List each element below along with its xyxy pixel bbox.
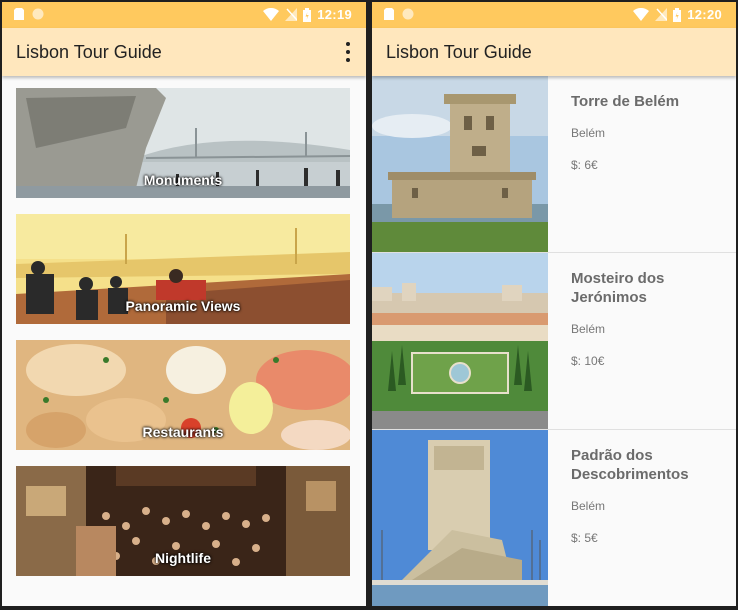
overflow-menu-icon[interactable] <box>342 42 354 62</box>
place-name: Torre de Belém <box>571 93 680 110</box>
status-bar: 12:20 <box>372 2 736 28</box>
battery-icon <box>673 7 682 22</box>
no-signal-icon <box>285 8 298 21</box>
wifi-icon <box>263 8 280 21</box>
category-card-restaurants[interactable]: Restaurants <box>16 340 350 450</box>
app-title: Lisbon Tour Guide <box>386 42 532 62</box>
right-screen: 12:20 Lisbon Tour Guide Torre de Belém B… <box>372 2 736 606</box>
category-label: Nightlife <box>155 550 211 566</box>
left-screen: 12:19 Lisbon Tour Guide Monuments Panora… <box>2 2 366 606</box>
place-row-padrao-dos-descobrimentos[interactable]: Padrão dos Descobrimentos Belém $: 5€ <box>372 430 736 606</box>
place-row-mosteiro-dos-jeronimos[interactable]: Mosteiro dos Jerónimos Belém $: 10€ <box>372 253 736 430</box>
place-price: $: 6€ <box>571 158 598 172</box>
wifi-icon <box>633 8 650 21</box>
place-row-torre-de-belem[interactable]: Torre de Belém Belém $: 6€ <box>372 76 736 253</box>
circle-notification-icon <box>402 8 414 20</box>
app-bar: Lisbon Tour Guide <box>2 28 366 76</box>
category-card-nightlife[interactable]: Nightlife <box>16 466 350 576</box>
battery-icon <box>303 7 312 22</box>
place-location: Belém <box>571 126 606 140</box>
place-list: Torre de Belém Belém $: 6€ Mosteiro dos … <box>372 76 736 606</box>
category-card-monuments[interactable]: Monuments <box>16 88 350 198</box>
category-label: Panoramic Views <box>125 298 241 314</box>
place-price: $: 5€ <box>571 531 598 545</box>
place-image <box>372 76 548 252</box>
place-price: $: 10€ <box>571 354 605 368</box>
no-signal-icon <box>655 8 668 21</box>
clock: 12:20 <box>687 7 722 22</box>
circle-notification-icon <box>32 8 44 20</box>
clock: 12:19 <box>317 7 352 22</box>
place-name: Padrão dos Descobrimentos <box>571 447 689 483</box>
sd-card-icon <box>14 8 24 20</box>
place-name: Mosteiro dos Jerónimos <box>571 270 665 306</box>
app-bar: Lisbon Tour Guide <box>372 28 736 76</box>
status-bar: 12:19 <box>2 2 366 28</box>
sd-card-icon <box>384 8 394 20</box>
category-label: Restaurants <box>142 424 224 440</box>
app-title: Lisbon Tour Guide <box>16 42 162 62</box>
place-image <box>372 253 548 429</box>
place-location: Belém <box>571 322 606 336</box>
category-card-panoramic-views[interactable]: Panoramic Views <box>16 214 350 324</box>
category-list: Monuments Panoramic Views Restaurants Ni… <box>16 88 350 592</box>
place-location: Belém <box>571 499 606 513</box>
category-label: Monuments <box>143 172 223 188</box>
place-image <box>372 430 548 606</box>
